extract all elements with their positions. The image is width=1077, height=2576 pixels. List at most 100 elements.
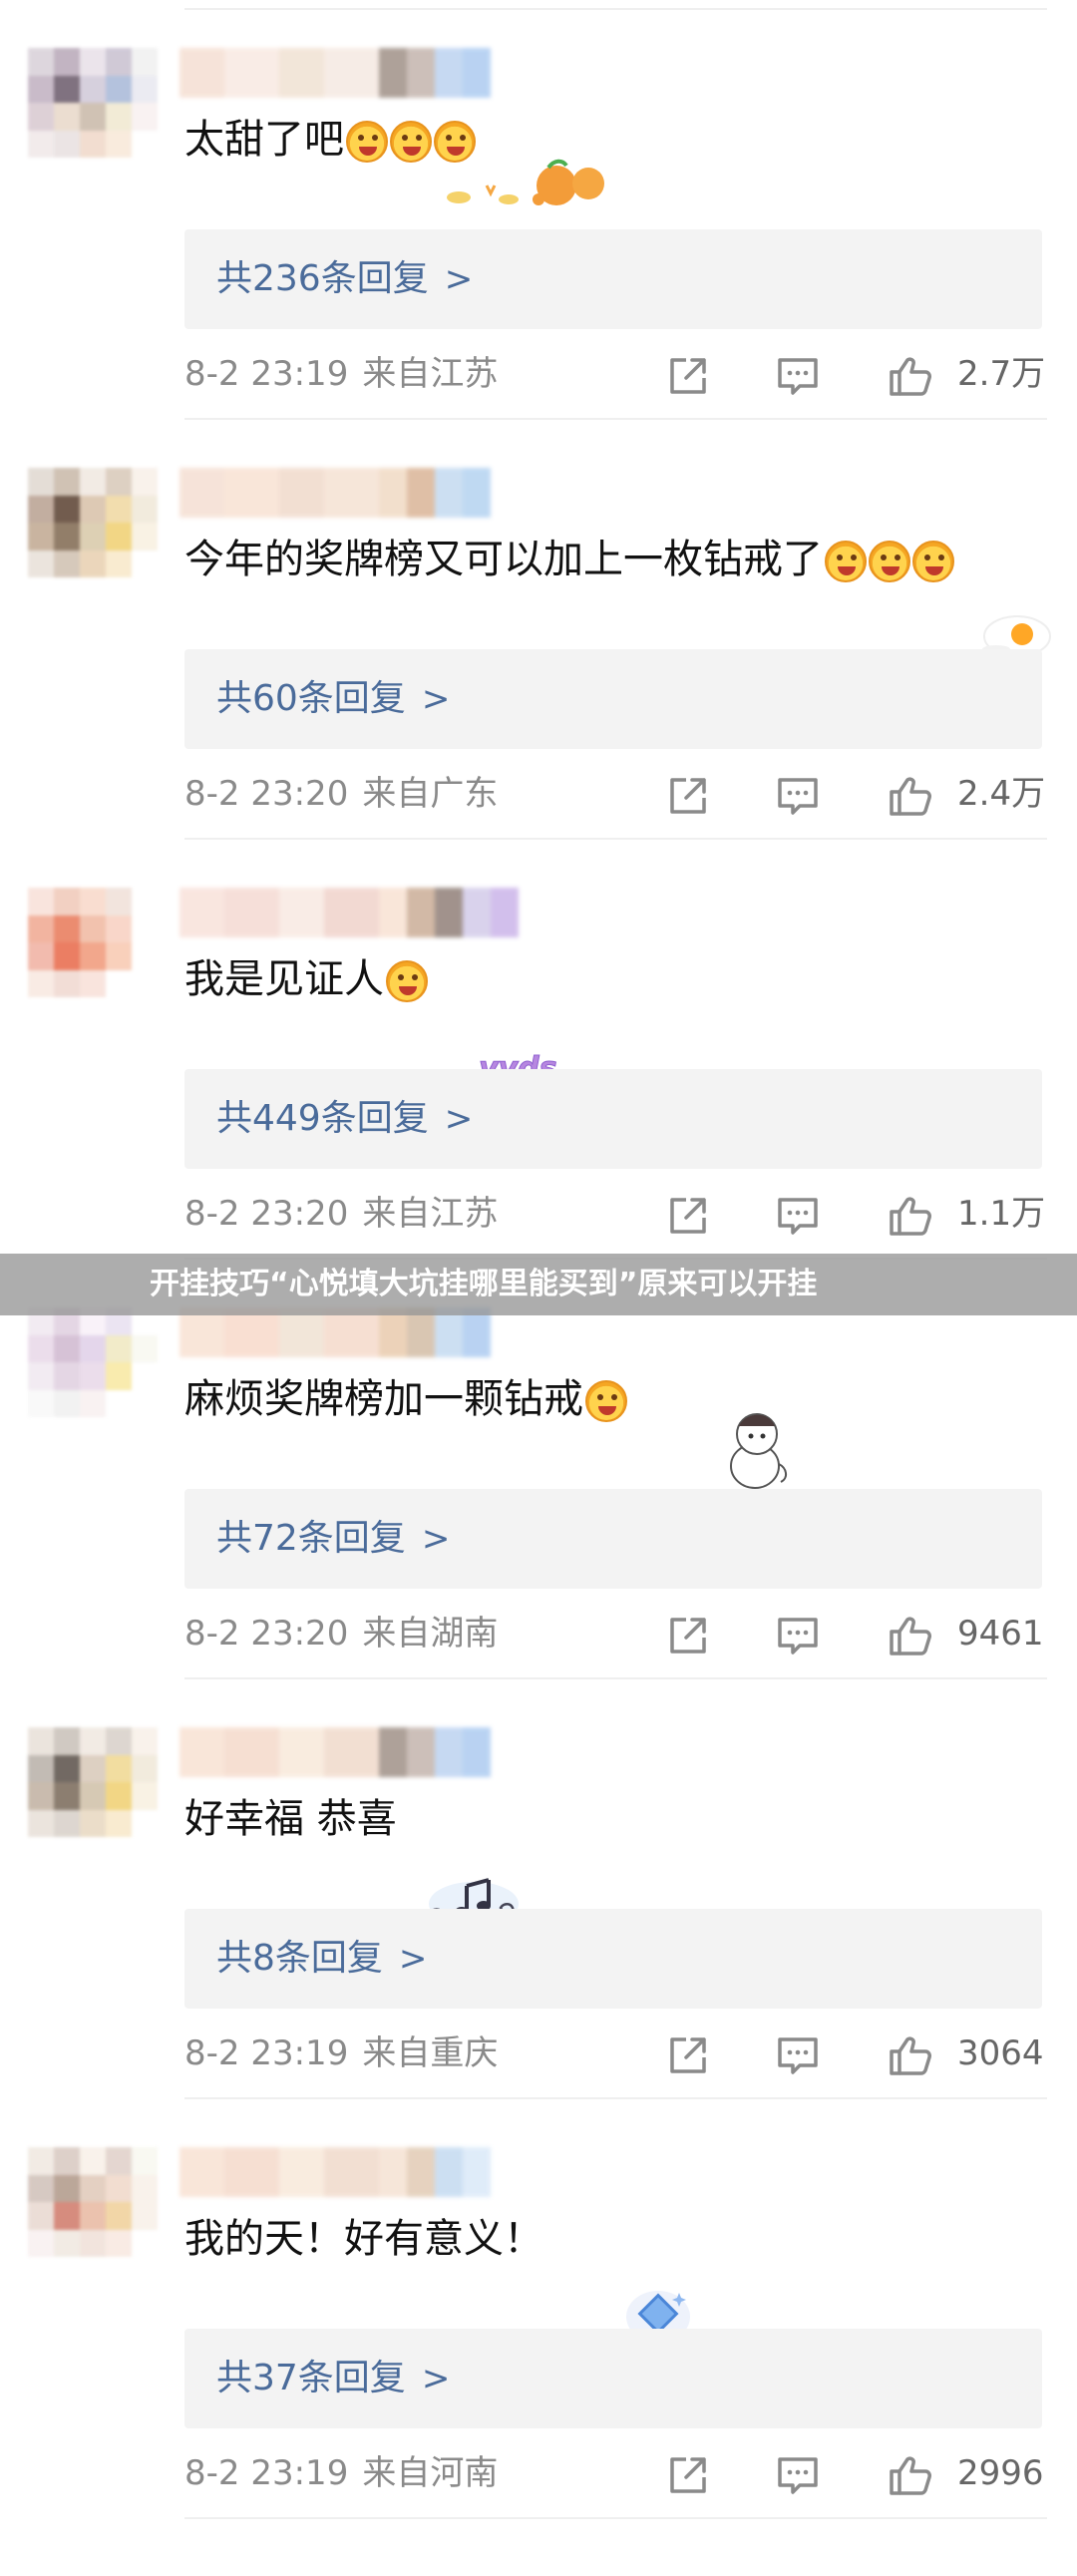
comment-icon[interactable] — [776, 2033, 820, 2077]
thumbs-up-icon[interactable] — [888, 2033, 935, 2077]
avatar[interactable] — [28, 1727, 158, 1837]
comment-item: 好幸福 恭喜 共8条回复 >8-2 23:19 来自重庆 3064 — [0, 1679, 1077, 2099]
replies-label: 共60条回复 — [216, 678, 406, 719]
comment-item: 我的天！好有意义！ 共37条回复 >8-2 23:19 来自河南 2996 — [0, 2099, 1077, 2519]
comment-meta: 8-2 23:19 来自河南 — [184, 2448, 498, 2498]
chevron-right-icon: > — [444, 259, 474, 299]
thumbs-up-icon[interactable] — [888, 774, 935, 818]
view-replies-button[interactable]: 共72条回复 > — [184, 1489, 1042, 1589]
comment-text-content: 我是见证人 — [184, 956, 384, 1002]
chevron-right-icon: > — [398, 1939, 428, 1979]
comment-icon[interactable] — [776, 774, 820, 818]
comment-item: 麻烦奖牌榜加一颗钻戒 共72条回复 >8-2 23:20 来自湖南 9461 — [0, 1260, 1077, 1679]
tangerine-sticker — [439, 150, 618, 209]
comment-text-content: 太甜了吧 — [184, 117, 344, 163]
comment-date: 8-2 23:20 — [184, 1194, 349, 1234]
replies-label: 共72条回复 — [216, 1518, 406, 1559]
comment-text: 我的天！好有意义！ — [184, 2209, 1042, 2269]
headline-overlay-text: 开挂技巧“心悦填大坑挂哪里能买到”原来可以开挂 — [150, 1267, 818, 1301]
avatar[interactable] — [28, 48, 158, 158]
view-replies-button[interactable]: 共236条回复 > — [184, 229, 1042, 329]
comment-meta: 8-2 23:19 来自江苏 — [184, 349, 498, 399]
chevron-right-icon: > — [444, 1099, 474, 1139]
comment-text: 今年的奖牌榜又可以加上一枚钻戒了 — [184, 530, 1042, 589]
comment-icon[interactable] — [776, 2453, 820, 2497]
like-count: 3064 — [957, 2033, 1044, 2073]
username[interactable] — [180, 468, 491, 518]
chevron-right-icon: > — [421, 1519, 451, 1559]
headline-overlay-banner: 开挂技巧“心悦填大坑挂哪里能买到”原来可以开挂 — [0, 1254, 1077, 1315]
view-replies-button[interactable]: 共8条回复 > — [184, 1909, 1042, 2009]
thumbs-up-icon[interactable] — [888, 1194, 935, 1238]
comment-actions: 2.4万 — [658, 769, 1057, 819]
comment-text-content: 麻烦奖牌榜加一颗钻戒 — [184, 1376, 583, 1422]
like-count: 1.1万 — [957, 1194, 1046, 1234]
laughing-emoji-icon — [869, 541, 910, 582]
username[interactable] — [180, 888, 519, 937]
laughing-emoji-icon — [912, 541, 954, 582]
avatar[interactable] — [28, 1307, 158, 1417]
comment-date: 8-2 23:19 — [184, 354, 349, 394]
comment-item: 我是见证人yyds共449条回复>8-2 23:20来自江苏1.1万 — [0, 840, 1077, 1260]
comment-actions: 9461 — [658, 1609, 1057, 1658]
laughing-emoji-icon — [585, 1380, 627, 1422]
comment-location: 来自湖南 — [362, 1614, 499, 1654]
laughing-emoji-icon — [825, 541, 867, 582]
comment-meta: 8-2 23:20 来自江苏 — [184, 1189, 498, 1239]
thumbs-up-icon[interactable] — [888, 354, 935, 398]
avatar[interactable] — [28, 2147, 158, 2257]
share-icon[interactable] — [666, 1194, 710, 1238]
comment-icon[interactable] — [776, 1194, 820, 1238]
replies-label: 共37条回复 — [216, 2358, 406, 2398]
share-icon[interactable] — [666, 774, 710, 818]
comment-location: 来自广东 — [362, 774, 499, 814]
comment-text: 麻烦奖牌榜加一颗钻戒 — [184, 1369, 1042, 1429]
username[interactable] — [180, 2147, 491, 2197]
replies-label: 共236条回复 — [216, 258, 429, 299]
view-replies-button[interactable]: 共37条回复 > — [184, 2329, 1042, 2428]
comment-icon[interactable] — [776, 1614, 820, 1657]
thumbs-up-icon[interactable] — [888, 2453, 935, 2497]
replies-label: 共8条回复 — [216, 1938, 383, 1979]
username[interactable] — [180, 48, 491, 98]
avatar[interactable] — [28, 468, 158, 577]
comment-icon[interactable] — [776, 354, 820, 398]
view-replies-button[interactable]: 共449条回复 > — [184, 1069, 1042, 1169]
username[interactable] — [180, 1727, 491, 1777]
like-count: 2.7万 — [957, 354, 1046, 394]
share-icon[interactable] — [666, 2033, 710, 2077]
comment-meta: 8-2 23:20 来自湖南 — [184, 1609, 498, 1658]
comment-text-content: 今年的奖牌榜又可以加上一枚钻戒了 — [184, 537, 823, 582]
comment-date: 8-2 23:19 — [184, 2033, 349, 2073]
comment-date: 8-2 23:20 — [184, 774, 349, 814]
like-count: 9461 — [957, 1614, 1044, 1654]
comment-location: 来自重庆 — [362, 2033, 499, 2073]
like-count: 2.4万 — [957, 774, 1046, 814]
comment-location: 来自江苏 — [362, 1194, 499, 1234]
comment-item: 今年的奖牌榜又可以加上一枚钻戒了 共60条回复 >8-2 23:20 来自广东 2.4万 — [0, 420, 1077, 840]
comment-actions: 3064 — [658, 2028, 1057, 2078]
comment-text-content: 好幸福 恭喜 — [184, 1796, 397, 1842]
comment-item: 太甜了吧 共236条回复 >8-2 23:19 来自江苏 2.7万 — [0, 0, 1077, 420]
chevron-right-icon: > — [421, 679, 451, 719]
comment-date: 8-2 23:19 — [184, 2453, 349, 2493]
view-replies-button[interactable]: 共60条回复 > — [184, 649, 1042, 749]
comment-text: 我是见证人 — [184, 949, 1042, 1009]
comment-location: 来自河南 — [362, 2453, 499, 2493]
comment-actions: 2.7万 — [658, 349, 1057, 399]
laughing-emoji-icon — [346, 121, 388, 163]
share-icon[interactable] — [666, 354, 710, 398]
replies-label: 共449条回复 — [216, 1098, 429, 1139]
comment-text-content: 我的天！好有意义！ — [184, 2216, 543, 2262]
avatar[interactable] — [28, 888, 158, 997]
comment-actions: 1.1万 — [658, 1189, 1057, 1239]
thumbs-up-icon[interactable] — [888, 1614, 935, 1657]
share-icon[interactable] — [666, 1614, 710, 1657]
laughing-emoji-icon — [386, 960, 428, 1002]
chevron-right-icon: > — [421, 2359, 451, 2398]
comment-meta: 8-2 23:20 来自广东 — [184, 769, 498, 819]
comment-location: 来自江苏 — [362, 354, 499, 394]
comment-text: 好幸福 恭喜 — [184, 1789, 1042, 1849]
cat-girl-sticker — [723, 1404, 793, 1494]
share-icon[interactable] — [666, 2453, 710, 2497]
